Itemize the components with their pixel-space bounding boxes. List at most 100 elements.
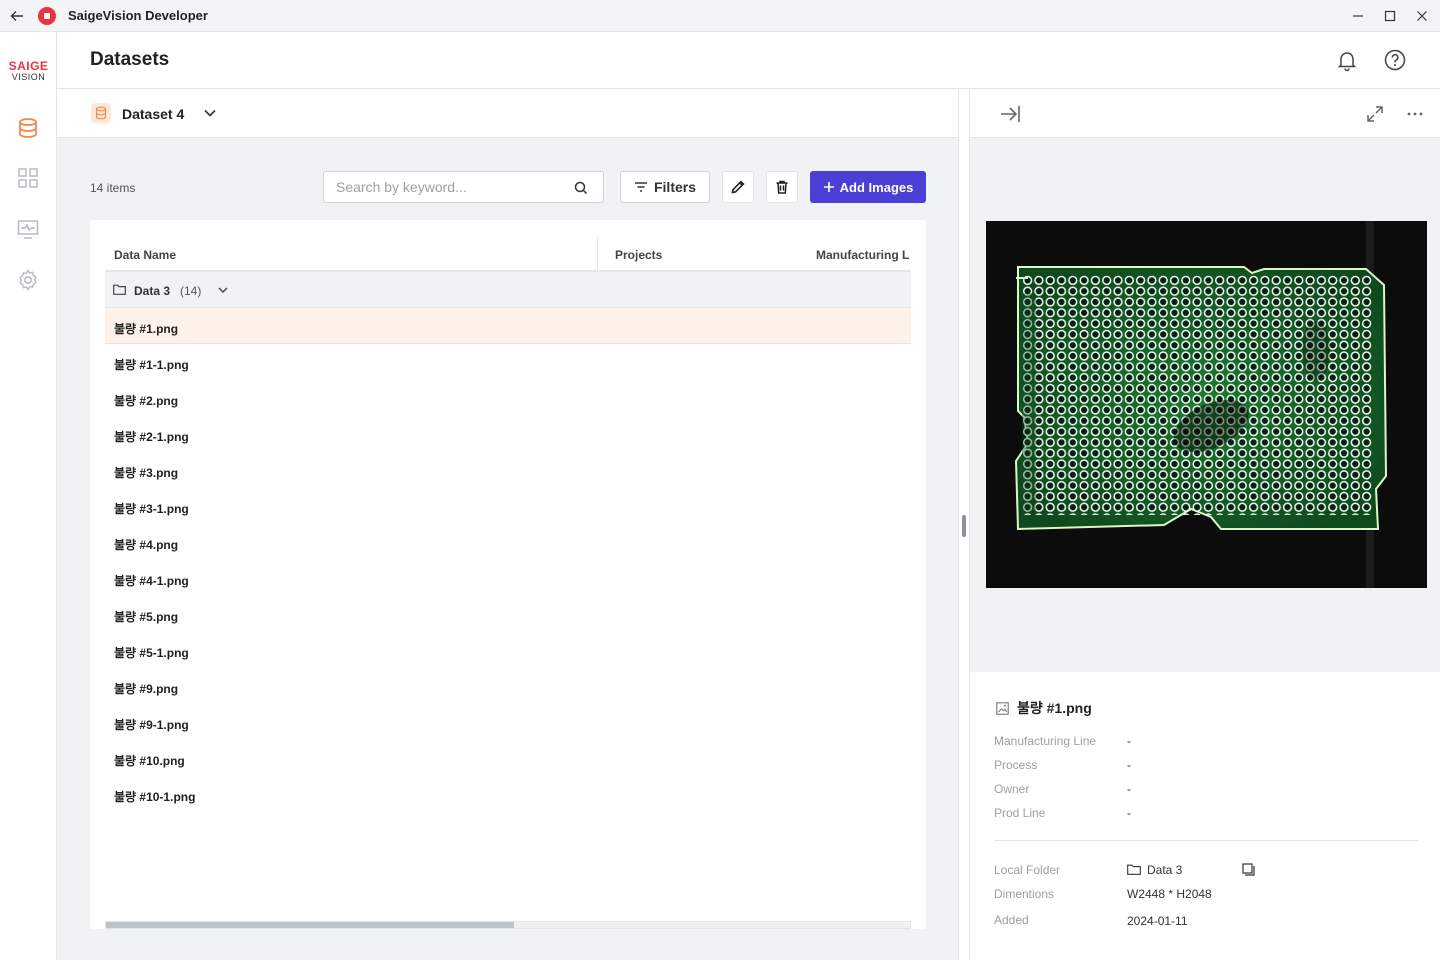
help-icon[interactable] — [1383, 48, 1407, 72]
local-folder-value: Data 3 — [1147, 863, 1183, 877]
column-resize-handle[interactable] — [597, 236, 598, 270]
field-label: Manufacturing Line — [994, 734, 1097, 748]
table-header: Data Name Projects Manufacturing L — [105, 234, 911, 272]
field-value: - — [1127, 734, 1131, 748]
row-data-name: 불량 #2.png — [114, 394, 179, 408]
items-count: 14 items — [90, 181, 136, 195]
app-logo-icon — [38, 6, 56, 25]
column-header-manufacturing-line[interactable]: Manufacturing L — [816, 248, 911, 262]
monitor-icon[interactable] — [16, 217, 40, 241]
table-row[interactable]: 불량 #9-1.png — [105, 704, 911, 740]
chevron-down-icon[interactable] — [202, 105, 218, 121]
row-data-name: 불량 #5-1.png — [114, 646, 189, 660]
expand-icon[interactable] — [1365, 104, 1385, 124]
search-input[interactable] — [336, 179, 566, 195]
title-bar: SaigeVision Developer — [0, 0, 1440, 32]
column-header-data-name[interactable]: Data Name — [114, 248, 176, 262]
filters-label: Filters — [653, 179, 696, 195]
copy-icon[interactable] — [1242, 863, 1255, 876]
table-row[interactable]: 불량 #5.png — [105, 596, 911, 632]
page-header: Datasets — [57, 32, 1440, 89]
row-data-name: 불량 #4.png — [114, 538, 179, 552]
table-row[interactable]: 불량 #3.png — [105, 452, 911, 488]
table-row[interactable]: 불량 #4-1.png — [105, 560, 911, 596]
field-label: Prod Line — [994, 806, 1046, 820]
field-label: Owner — [994, 782, 1030, 796]
row-data-name: 불량 #9.png — [114, 682, 179, 696]
dataset-name[interactable]: Dataset 4 — [122, 106, 184, 122]
row-data-name: 불량 #5.png — [114, 610, 179, 624]
window-title: SaigeVision Developer — [68, 8, 208, 23]
field-label: Process — [994, 758, 1038, 772]
table-row[interactable]: 불량 #9.png — [105, 668, 911, 704]
row-data-name: 불량 #4-1.png — [114, 574, 189, 588]
column-header-projects[interactable]: Projects — [615, 248, 662, 262]
added-label: Added — [994, 913, 1029, 927]
table-row[interactable]: 불량 #1-1.png — [105, 344, 911, 380]
folder-group-count: (14) — [180, 284, 202, 298]
field-value: - — [1127, 806, 1131, 820]
folder-icon — [1127, 864, 1141, 875]
detail-panel: 불량 #1.png Manufacturing Line - Process -… — [970, 89, 1440, 960]
added-value: 2024-01-11 — [1127, 914, 1188, 928]
row-data-name: 불량 #10.png — [114, 754, 185, 768]
file-info: 불량 #1.png Manufacturing Line - Process -… — [970, 672, 1440, 960]
close-icon[interactable] — [1408, 0, 1436, 32]
gear-icon[interactable] — [16, 268, 40, 292]
panel-splitter[interactable] — [958, 89, 970, 960]
more-horizontal-icon[interactable] — [1405, 104, 1425, 124]
row-data-name: 불량 #9-1.png — [114, 718, 189, 732]
scrollbar-thumb[interactable] — [106, 922, 514, 928]
row-data-name: 불량 #10-1.png — [114, 790, 196, 804]
search-box — [323, 171, 604, 203]
table-row[interactable]: 불량 #3-1.png — [105, 488, 911, 524]
table-row[interactable]: 불량 #2-1.png — [105, 416, 911, 452]
row-data-name: 불량 #3.png — [114, 466, 179, 480]
add-images-button[interactable]: Add Images — [810, 171, 926, 203]
local-folder-label: Local Folder — [994, 863, 1061, 877]
row-data-name: 불량 #1-1.png — [114, 358, 189, 372]
trash-icon — [776, 180, 788, 194]
filters-button[interactable]: Filters — [620, 171, 710, 203]
brand-main-text: SAIGE — [8, 59, 49, 73]
dataset-main: Dataset 4 14 items Filters Add Images Da… — [57, 89, 958, 960]
image-file-icon — [996, 702, 1009, 715]
brand-logo: SAIGE VISION — [0, 60, 57, 82]
image-preview[interactable] — [986, 221, 1427, 588]
field-value: - — [1127, 782, 1131, 796]
table-row[interactable]: 불량 #4.png — [105, 524, 911, 560]
image-preview-area — [970, 138, 1440, 672]
edit-button[interactable] — [722, 171, 754, 203]
file-name: 불량 #1.png — [1017, 700, 1092, 716]
dimensions-value: W2448 * H2048 — [1127, 887, 1212, 901]
left-nav: SAIGE VISION — [0, 32, 57, 960]
pencil-icon — [731, 180, 745, 194]
search-icon[interactable] — [573, 180, 589, 196]
add-images-label: Add Images — [839, 179, 914, 195]
arrow-left-icon[interactable] — [0, 0, 34, 32]
collapse-right-icon[interactable] — [999, 103, 1021, 125]
splitter-handle[interactable] — [962, 515, 966, 537]
database-icon[interactable] — [16, 116, 40, 140]
dataset-selector-bar: Dataset 4 — [57, 89, 958, 138]
table-row[interactable]: 불량 #2.png — [105, 380, 911, 416]
grid-icon[interactable] — [16, 166, 40, 190]
field-value: - — [1127, 758, 1131, 772]
minimize-icon[interactable] — [1344, 0, 1372, 32]
delete-button[interactable] — [766, 171, 798, 203]
table-row[interactable]: 불량 #10-1.png — [105, 776, 911, 812]
table-row[interactable]: 불량 #10.png — [105, 740, 911, 776]
divider — [994, 840, 1418, 841]
horizontal-scrollbar[interactable] — [105, 921, 911, 929]
bell-icon[interactable] — [1335, 48, 1359, 72]
maximize-icon[interactable] — [1376, 0, 1404, 32]
plus-icon — [823, 182, 834, 192]
chevron-down-icon[interactable] — [216, 283, 230, 297]
row-data-name: 불량 #3-1.png — [114, 502, 189, 516]
dimensions-label: Dimentions — [994, 887, 1055, 901]
table-row[interactable]: 불량 #5-1.png — [105, 632, 911, 668]
folder-group-row[interactable]: Data 3 (14) — [105, 272, 911, 308]
table-row[interactable]: 불량 #1.png — [105, 308, 911, 344]
filter-icon — [634, 182, 647, 192]
dataset-icon — [91, 103, 111, 123]
